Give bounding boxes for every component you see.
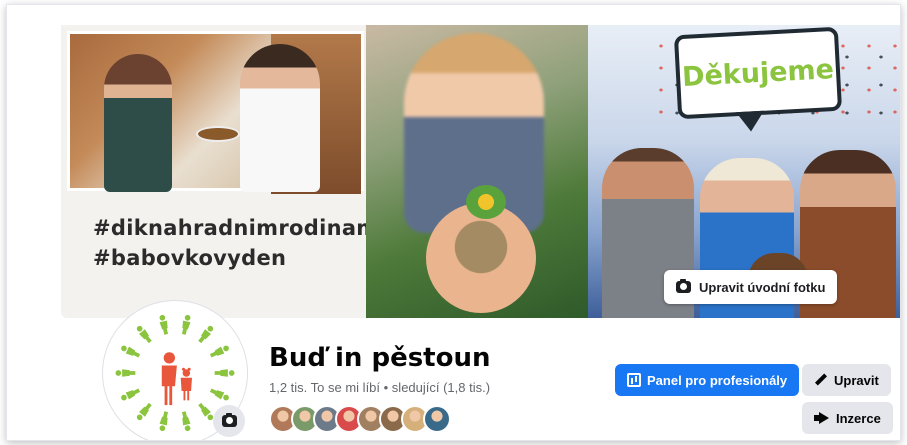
- page-stats[interactable]: 1,2 tis. To se mi líbí • sledující (1,8 …: [269, 380, 490, 395]
- edit-page-button[interactable]: Upravit: [802, 364, 891, 396]
- cover-photo-couple: [67, 31, 364, 194]
- camera-icon: [221, 413, 237, 427]
- edit-label: Upravit: [834, 372, 879, 388]
- ads-button[interactable]: Inzerce: [802, 402, 893, 434]
- hashtag-1: #diknahradnimrodinam: [93, 216, 379, 240]
- avatar-camera-button[interactable]: [213, 405, 245, 437]
- camera-icon: [676, 279, 691, 293]
- megaphone-icon: [814, 412, 830, 424]
- chart-icon: [627, 373, 641, 387]
- edit-cover-button[interactable]: Upravit úvodní fotku: [664, 270, 838, 304]
- follower-avatars[interactable]: [269, 405, 451, 433]
- page-title: Buď in pěstoun: [269, 343, 491, 373]
- speech-bubble: Děkujeme: [673, 26, 843, 120]
- page-header-frame: #diknahradnimrodinam #babovkovyden Děkuj…: [6, 4, 901, 441]
- cover-panel-left: #diknahradnimrodinam #babovkovyden: [61, 25, 378, 318]
- pro-panel-label: Panel pro profesionály: [647, 372, 788, 388]
- pro-panel-button[interactable]: Panel pro profesionály: [615, 364, 800, 396]
- ads-label: Inzerce: [836, 410, 881, 426]
- cover-hashtags: #diknahradnimrodinam #babovkovyden: [93, 213, 378, 273]
- cover-panel-middle: [366, 25, 588, 318]
- hashtag-2: #babovkovyden: [93, 246, 287, 270]
- follower-avatar[interactable]: [423, 405, 451, 433]
- edit-cover-label: Upravit úvodní fotku: [699, 279, 826, 295]
- bubble-text: Děkujeme: [681, 53, 835, 93]
- pencil-icon: [814, 373, 828, 387]
